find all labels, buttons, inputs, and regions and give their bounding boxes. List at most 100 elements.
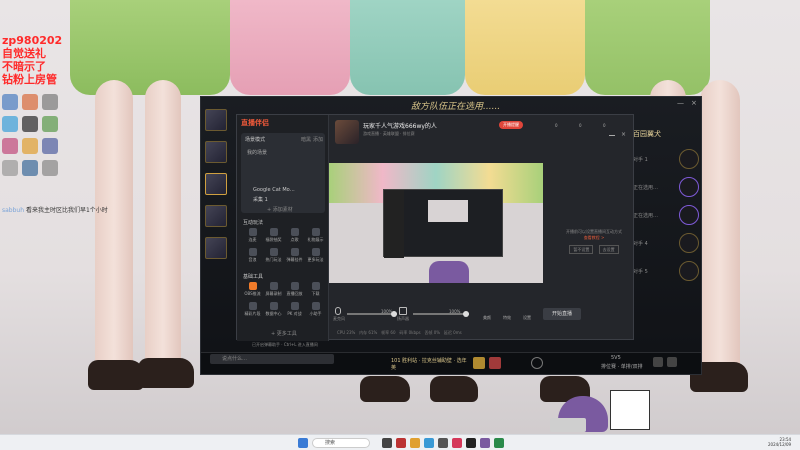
stat-item: CPU 23% bbox=[337, 330, 356, 335]
scene-item[interactable]: 我的场景 bbox=[247, 149, 267, 156]
speaker-volume-value: 100% bbox=[449, 309, 461, 314]
chat-input[interactable]: 说点什么… bbox=[210, 354, 334, 364]
tool-button[interactable]: 热门玩法 bbox=[264, 247, 283, 265]
minimize-button[interactable]: — bbox=[677, 99, 684, 107]
tool-button[interactable]: 精彩片段 bbox=[243, 301, 262, 319]
app-icon[interactable] bbox=[42, 94, 58, 110]
skip-button[interactable]: 暂不设置 bbox=[569, 245, 594, 254]
tool-button[interactable]: 屏幕录制 bbox=[264, 281, 283, 299]
tool-button[interactable]: 福袋抽奖 bbox=[264, 227, 283, 245]
close-button[interactable]: × bbox=[691, 99, 697, 107]
tool-button[interactable]: 连麦 bbox=[243, 227, 262, 245]
tool-button[interactable]: 礼物展示 bbox=[306, 227, 325, 245]
app-icon[interactable] bbox=[42, 138, 58, 154]
enemy-row: 对手 4 bbox=[633, 229, 699, 257]
close-icon[interactable]: × bbox=[621, 131, 626, 138]
speaker-volume-slider[interactable] bbox=[413, 311, 469, 317]
scene-item[interactable]: Google Cat Mo… bbox=[253, 187, 295, 193]
rune-icon[interactable] bbox=[473, 357, 485, 369]
queue-info: 101 胜利站 · 拉克丝辅助壁 · 选年英 bbox=[391, 358, 467, 371]
app-icon[interactable] bbox=[22, 160, 38, 176]
app-icon[interactable] bbox=[22, 116, 38, 132]
start-live-button[interactable]: 开始直播 bbox=[543, 308, 581, 320]
chat-icon[interactable] bbox=[653, 357, 663, 367]
stream-preview[interactable] bbox=[329, 163, 543, 283]
tool-button[interactable]: 更多玩法 bbox=[306, 247, 325, 265]
taskbar-app-icon[interactable] bbox=[466, 438, 476, 448]
room-title[interactable]: 玩家千人气游戏666wy的人 bbox=[363, 121, 437, 130]
stream-overlay-text: zp980202 自觉送礼 不暗示了 钻粉上房管 bbox=[2, 34, 62, 86]
app-icon[interactable] bbox=[2, 94, 18, 110]
tool-button[interactable]: 点歌 bbox=[285, 227, 304, 245]
setup-button[interactable]: 去设置 bbox=[598, 245, 619, 254]
scene-item[interactable]: 采集 1 bbox=[253, 196, 268, 203]
minimize-button[interactable] bbox=[609, 135, 615, 136]
app-icon[interactable] bbox=[42, 160, 58, 176]
app-icon[interactable] bbox=[22, 138, 38, 154]
chat-text: 看来我主时区比我们早1个小时 bbox=[25, 207, 108, 214]
clock-date: 2024/12/09 bbox=[768, 442, 792, 447]
friends-icon[interactable] bbox=[667, 357, 677, 367]
performance-stats: CPU 23% 内存 61% 帧率 60 码率 0kbps 丢帧 0% 延迟 0… bbox=[337, 330, 462, 336]
app-icon[interactable] bbox=[42, 116, 58, 132]
overlay-line: 钻粉上房管 bbox=[2, 73, 57, 86]
app-icon[interactable] bbox=[2, 138, 18, 154]
tool-button[interactable]: 下载 bbox=[306, 281, 325, 299]
windows-taskbar: 搜索 23:54 2024/12/09 bbox=[0, 434, 800, 450]
ally-champion-slot[interactable] bbox=[205, 109, 227, 131]
stat-item: 码率 0kbps bbox=[399, 330, 421, 335]
stat-item: 帧率 60 bbox=[381, 330, 396, 335]
settings-button[interactable]: 设置 bbox=[523, 315, 531, 321]
taskbar-app-icon[interactable] bbox=[494, 438, 504, 448]
tutorial-link[interactable]: 查看教程 > bbox=[559, 235, 629, 241]
app-main: 玩家千人气游戏666wy的人 游戏直播 · 英雄联盟 · 排位赛 开播提醒 0 … bbox=[329, 115, 635, 341]
ally-champion-slot[interactable] bbox=[205, 141, 227, 163]
ally-champion-slot[interactable] bbox=[205, 173, 227, 195]
client-title: 敌方队伍正在选用...... bbox=[411, 102, 501, 112]
enemy-label: 对手 4 bbox=[633, 240, 648, 247]
summoner-spell-icon[interactable] bbox=[489, 357, 501, 369]
enemy-avatar bbox=[679, 205, 699, 225]
app-logo: 直播伴侣 bbox=[241, 119, 269, 127]
enemy-label: 对手 1 bbox=[633, 156, 648, 163]
tool-button[interactable]: 音浪 bbox=[243, 247, 262, 265]
mic-icon[interactable] bbox=[335, 307, 341, 315]
taskbar-app-icon[interactable] bbox=[396, 438, 406, 448]
room-subtitle: 游戏直播 · 英雄联盟 · 排位赛 bbox=[363, 131, 415, 136]
enemy-avatar bbox=[679, 261, 699, 281]
stat-value: 0 bbox=[579, 123, 582, 128]
start-icon[interactable] bbox=[298, 438, 308, 448]
settings-icon[interactable] bbox=[531, 357, 543, 369]
ally-champion-slot[interactable] bbox=[205, 237, 227, 259]
taskbar-app-icon[interactable] bbox=[410, 438, 420, 448]
add-source-button[interactable]: + 添加素材 bbox=[267, 206, 293, 213]
beauty-button[interactable]: 美颜 bbox=[483, 315, 491, 321]
scene-section-title: 场景模式 bbox=[245, 137, 266, 143]
taskbar-search[interactable]: 搜索 bbox=[312, 438, 370, 448]
tool-button[interactable]: 弹幕挂件 bbox=[285, 247, 304, 265]
app-icon[interactable] bbox=[2, 160, 18, 176]
theme-link[interactable]: 暗黑 bbox=[301, 136, 311, 143]
game-mode: 排位赛 · 单排/双排 bbox=[601, 364, 643, 370]
app-icon[interactable] bbox=[2, 116, 18, 132]
enemy-label: 正在选用… bbox=[633, 184, 659, 191]
app-icon[interactable] bbox=[22, 94, 38, 110]
ally-champion-column bbox=[205, 109, 231, 269]
tool-button[interactable]: PK 对战 bbox=[285, 301, 304, 319]
tool-button[interactable]: OBS推流 bbox=[243, 281, 262, 299]
taskbar-app-icon[interactable] bbox=[480, 438, 490, 448]
tool-button[interactable]: 直播回放 bbox=[285, 281, 304, 299]
taskbar-app-icon[interactable] bbox=[438, 438, 448, 448]
speaker-icon[interactable] bbox=[399, 307, 407, 315]
stat-item: 延迟 0ms bbox=[443, 330, 462, 335]
taskbar-app-icon[interactable] bbox=[452, 438, 462, 448]
tool-button[interactable]: 数据中心 bbox=[264, 301, 283, 319]
taskbar-app-icon[interactable] bbox=[424, 438, 434, 448]
add-link[interactable]: 添加 bbox=[313, 136, 323, 143]
ally-champion-slot[interactable] bbox=[205, 205, 227, 227]
tool-button[interactable]: 小助手 bbox=[306, 301, 325, 319]
effect-button[interactable]: 特效 bbox=[503, 315, 511, 321]
taskbar-app-icon[interactable] bbox=[382, 438, 392, 448]
live-notice-badge[interactable]: 开播提醒 bbox=[499, 121, 523, 129]
taskbar-clock[interactable]: 23:54 2024/12/09 bbox=[768, 437, 791, 447]
